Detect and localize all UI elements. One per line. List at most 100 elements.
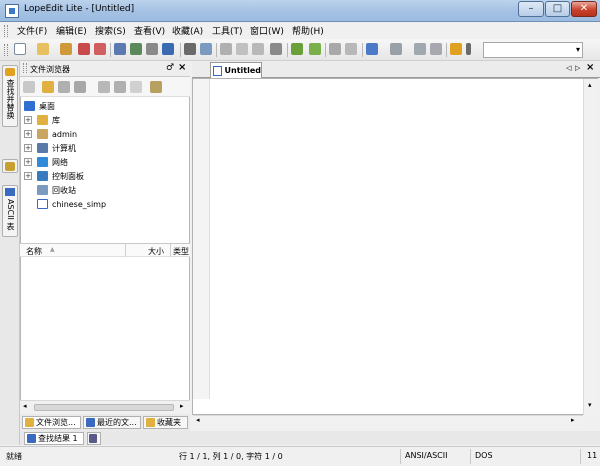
column-divider[interactable] bbox=[125, 244, 126, 257]
scroll-left-icon[interactable]: ◂ bbox=[196, 416, 200, 424]
expand-icon[interactable]: + bbox=[24, 172, 32, 180]
panel-close-icon[interactable]: × bbox=[178, 62, 186, 73]
star-icon[interactable] bbox=[130, 81, 142, 93]
menu-view[interactable]: 查看(V) bbox=[134, 24, 165, 37]
menu-window[interactable]: 窗口(W) bbox=[250, 24, 284, 37]
tree-item-library[interactable]: + 库 bbox=[24, 113, 60, 127]
print-preview-icon[interactable] bbox=[200, 43, 212, 55]
tree-item-chinese-simp[interactable]: chinese_simp bbox=[37, 197, 106, 211]
replace-icon[interactable] bbox=[430, 43, 442, 55]
filter-icon[interactable] bbox=[74, 81, 86, 93]
redo-icon[interactable] bbox=[345, 43, 357, 55]
forward-icon[interactable] bbox=[114, 81, 126, 93]
status-state: 就绪 bbox=[6, 452, 22, 461]
tab-label: 查找结果 1 bbox=[38, 434, 78, 443]
menu-edit[interactable]: 编辑(E) bbox=[56, 24, 87, 37]
scroll-right-icon[interactable]: ▸ bbox=[571, 416, 575, 424]
find-prev-icon[interactable] bbox=[414, 43, 426, 55]
expand-icon[interactable]: + bbox=[24, 116, 32, 124]
expand-icon[interactable]: + bbox=[24, 144, 32, 152]
tree-item-computer[interactable]: + 计算机 bbox=[24, 141, 76, 155]
cut-icon[interactable] bbox=[220, 43, 232, 55]
maximize-button[interactable]: □ bbox=[545, 1, 570, 17]
title-bar: LopeEdit Lite - [Untitled] – □ ✕ bbox=[0, 0, 600, 22]
print-icon[interactable] bbox=[184, 43, 196, 55]
tab-favorites[interactable]: 收藏夹 bbox=[143, 416, 188, 429]
expand-icon[interactable]: + bbox=[24, 130, 32, 138]
toolbar-separator bbox=[287, 43, 288, 57]
menu-search[interactable]: 搜索(S) bbox=[95, 24, 126, 37]
open-folder-icon[interactable] bbox=[60, 43, 72, 55]
text-editor[interactable] bbox=[192, 78, 598, 415]
scroll-left-icon[interactable]: ◂ bbox=[23, 402, 27, 410]
pin-icon[interactable]: ♂ bbox=[166, 63, 174, 73]
close-all-icon[interactable] bbox=[94, 43, 106, 55]
minimize-button[interactable]: – bbox=[518, 1, 544, 17]
scroll-up-icon[interactable]: ▴ bbox=[588, 81, 592, 89]
tree-item-control-panel[interactable]: + 控制面板 bbox=[24, 169, 84, 183]
up-folder-icon[interactable] bbox=[23, 81, 35, 93]
outdent-icon[interactable] bbox=[309, 43, 321, 55]
tab-find-results[interactable]: 查找结果 1 bbox=[24, 432, 84, 445]
tree-item-admin[interactable]: + admin bbox=[24, 127, 77, 141]
toolbar-overflow-icon[interactable] bbox=[466, 43, 471, 55]
new-file-icon[interactable] bbox=[14, 43, 26, 55]
bookmark-icon[interactable] bbox=[450, 43, 462, 55]
menu-help[interactable]: 帮助(H) bbox=[292, 24, 324, 37]
menu-tools[interactable]: 工具(T) bbox=[212, 24, 243, 37]
menu-file[interactable]: 文件(F) bbox=[17, 24, 47, 37]
paste-icon[interactable] bbox=[252, 43, 264, 55]
indent-icon[interactable] bbox=[291, 43, 303, 55]
save-copy-icon[interactable] bbox=[162, 43, 174, 55]
close-file-icon[interactable] bbox=[78, 43, 90, 55]
save-all-icon[interactable] bbox=[146, 43, 158, 55]
tab-file-browser[interactable]: 文件浏览... bbox=[22, 416, 81, 429]
close-button[interactable]: ✕ bbox=[571, 1, 597, 17]
scroll-right-icon[interactable]: ▸ bbox=[180, 402, 184, 410]
column-name[interactable]: 名称 bbox=[26, 246, 42, 257]
tab-clip[interactable] bbox=[2, 159, 18, 173]
tab-find-results-2[interactable] bbox=[87, 432, 101, 445]
expand-icon[interactable]: + bbox=[24, 158, 32, 166]
refresh-icon[interactable] bbox=[58, 81, 70, 93]
network-icon bbox=[37, 157, 48, 167]
find-results-strip: 查找结果 1 bbox=[20, 431, 600, 445]
properties-icon[interactable] bbox=[150, 81, 162, 93]
back-icon[interactable] bbox=[98, 81, 110, 93]
scroll-down-icon[interactable]: ▾ bbox=[588, 401, 592, 409]
chevron-down-icon[interactable]: ▾ bbox=[576, 45, 580, 54]
align-icon[interactable] bbox=[270, 43, 282, 55]
tab-ascii-label: ASCII 表 bbox=[6, 199, 15, 231]
editor-close-icon[interactable]: × bbox=[586, 62, 594, 73]
editor-hscrollbar[interactable]: ◂ ▸ bbox=[193, 415, 583, 428]
tab-ascii-table[interactable]: ASCII 表 bbox=[2, 185, 18, 237]
tab-nav-left-icon[interactable]: ◁ bbox=[566, 64, 571, 72]
tree-item-network[interactable]: + 网络 bbox=[24, 155, 68, 169]
tab-recent-files[interactable]: 最近的文... bbox=[83, 416, 141, 429]
editor-vscrollbar[interactable]: ▴ ▾ bbox=[583, 79, 598, 415]
column-size[interactable]: 大小 bbox=[148, 246, 164, 257]
sort-ascending-icon: ▲ bbox=[50, 246, 55, 253]
tab-find-replace[interactable]: 查找并替换 bbox=[2, 65, 18, 127]
search-combo[interactable]: ▾ bbox=[483, 42, 583, 58]
file-list-hscrollbar[interactable]: ◂ ▸ bbox=[20, 400, 190, 414]
menu-favorites[interactable]: 收藏(A) bbox=[172, 24, 203, 37]
column-divider[interactable] bbox=[170, 244, 171, 257]
undo-icon[interactable] bbox=[329, 43, 341, 55]
tab-untitled[interactable]: Untitled bbox=[210, 62, 262, 78]
column-type[interactable]: 类型 bbox=[173, 246, 189, 257]
save-as-icon[interactable] bbox=[130, 43, 142, 55]
find-next-icon[interactable] bbox=[390, 43, 402, 55]
open-file-icon[interactable] bbox=[37, 43, 49, 55]
copy-icon[interactable] bbox=[236, 43, 248, 55]
panel-grip-icon bbox=[23, 63, 27, 73]
new-folder-icon[interactable] bbox=[42, 81, 54, 93]
find-icon[interactable] bbox=[366, 43, 378, 55]
scroll-thumb[interactable] bbox=[34, 404, 174, 411]
tree-item-desktop[interactable]: 桌面 bbox=[24, 99, 55, 113]
tree-item-recycle-bin[interactable]: 回收站 bbox=[37, 183, 76, 197]
save-icon[interactable] bbox=[114, 43, 126, 55]
file-icon bbox=[37, 199, 48, 209]
tab-nav-right-icon[interactable]: ▷ bbox=[575, 64, 580, 72]
status-divider bbox=[580, 449, 581, 464]
